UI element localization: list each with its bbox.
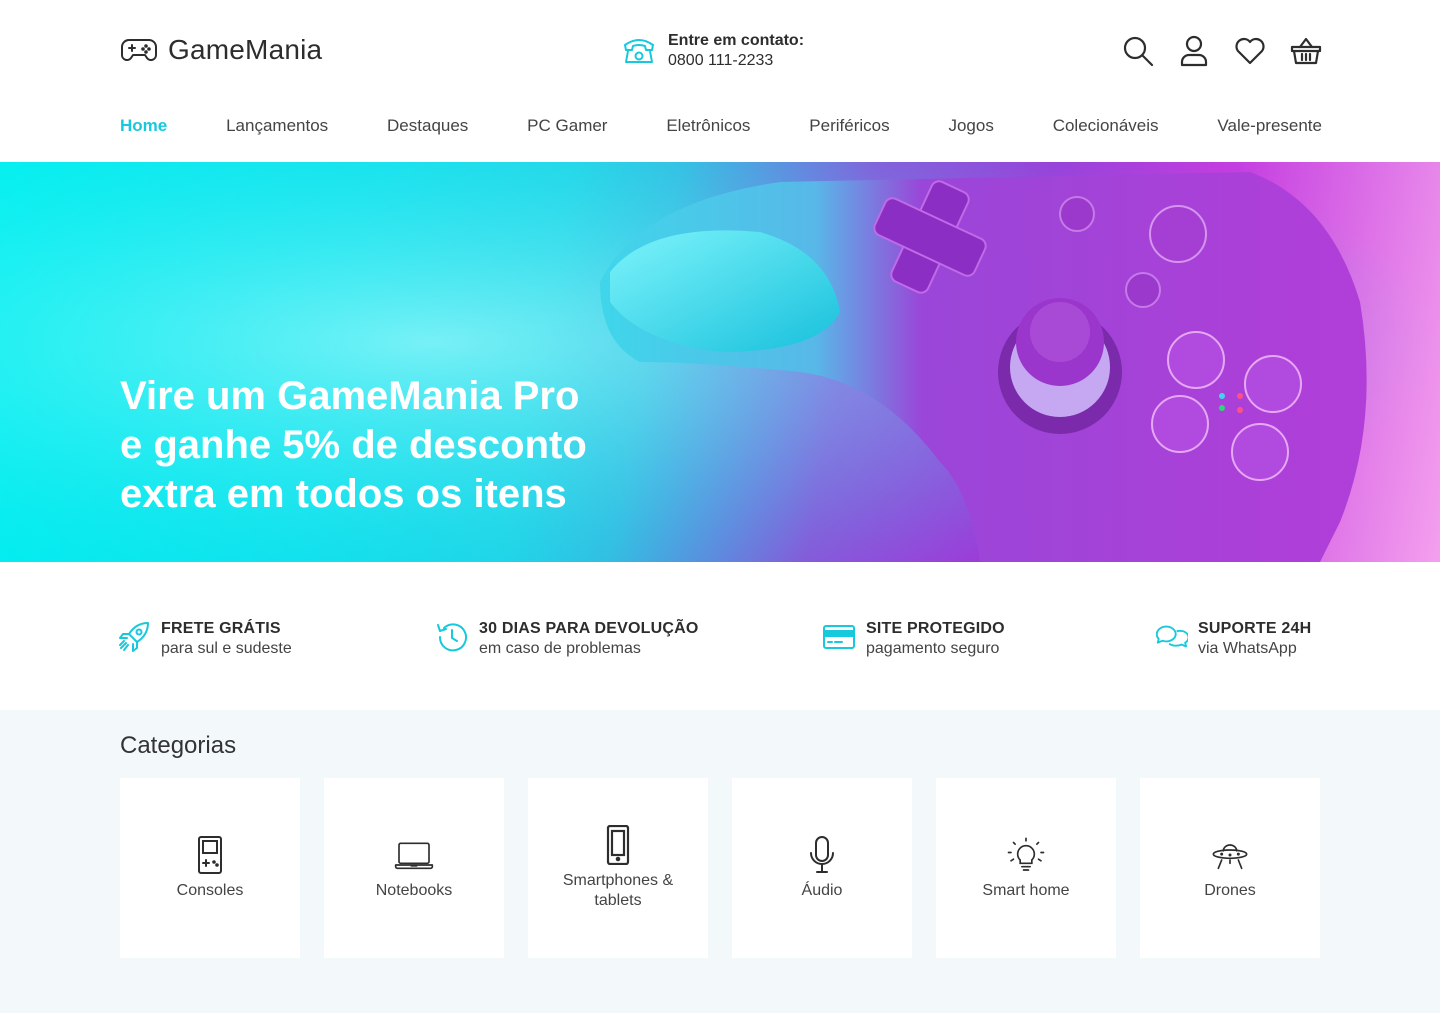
history-icon [437, 623, 467, 652]
main-nav: Home Lançamentos Destaques PC Gamer Elet… [120, 116, 1322, 136]
nav-eletronicos[interactable]: Eletrônicos [666, 116, 750, 136]
microphone-icon [810, 836, 834, 873]
nav-pc-gamer[interactable]: PC Gamer [527, 116, 607, 136]
ufo-icon [1212, 844, 1248, 870]
hero-headline: Vire um GameMania Pro e ganhe 5% de desc… [120, 372, 680, 519]
hero-line: e ganhe 5% de desconto [120, 423, 587, 467]
category-consoles[interactable]: Consoles [120, 778, 300, 958]
rocket-icon [119, 622, 149, 652]
category-label: Smartphones & tablets [562, 872, 674, 909]
nav-lancamentos[interactable]: Lançamentos [226, 116, 328, 136]
feature-secure: SITE PROTEGIDO pagamento seguro [822, 620, 1005, 658]
feature-subtitle: para sul e sudeste [161, 640, 292, 657]
header-actions [1122, 34, 1322, 68]
feature-subtitle: via WhatsApp [1198, 640, 1297, 657]
site-header: GameMania Entre em contato: 0800 111-223… [0, 0, 1440, 162]
category-label: Áudio [801, 882, 843, 899]
smartphone-icon [606, 825, 630, 865]
hero-line: Vire um GameMania Pro [120, 374, 580, 418]
feature-title: FRETE GRÁTIS [161, 620, 281, 637]
categories-section: Categorias Consoles Notebooks Smartphone… [0, 710, 1440, 1013]
hero-line: extra em todos os itens [120, 472, 567, 516]
category-smartphones[interactable]: Smartphones & tablets [528, 778, 708, 958]
user-icon [1180, 35, 1208, 67]
credit-card-icon [823, 625, 855, 649]
feature-title: 30 DIAS PARA DEVOLUÇÃO [479, 620, 699, 637]
gamepad-icon [121, 39, 157, 61]
feature-title: SUPORTE 24H [1198, 620, 1312, 637]
search-icon [1123, 36, 1154, 67]
brand-name: GameMania [168, 34, 323, 65]
account-button[interactable] [1178, 34, 1210, 68]
feature-title: SITE PROTEGIDO [866, 620, 1005, 637]
hero-banner[interactable]: Vire um GameMania Pro e ganhe 5% de desc… [0, 162, 1440, 562]
laptop-icon [394, 842, 434, 870]
nav-colecionaveis[interactable]: Colecionáveis [1053, 116, 1159, 136]
nav-home[interactable]: Home [120, 116, 167, 136]
logo[interactable]: GameMania [120, 34, 322, 66]
wishlist-button[interactable] [1234, 34, 1266, 68]
features-bar: FRETE GRÁTIS para sul e sudeste 30 DIAS … [0, 562, 1440, 710]
category-drones[interactable]: Drones [1140, 778, 1320, 958]
category-notebooks[interactable]: Notebooks [324, 778, 504, 958]
contact-info[interactable]: Entre em contato: 0800 111-2233 [622, 32, 804, 70]
heart-icon [1235, 37, 1265, 65]
category-label: Drones [1204, 882, 1256, 899]
nav-perifericos[interactable]: Periféricos [809, 116, 889, 136]
category-audio[interactable]: Áudio [732, 778, 912, 958]
cart-button[interactable] [1290, 34, 1322, 68]
category-label: Notebooks [375, 882, 453, 899]
search-button[interactable] [1122, 34, 1154, 68]
category-smart-home[interactable]: Smart home [936, 778, 1116, 958]
chat-icon [1155, 625, 1188, 648]
handheld-console-icon [198, 836, 222, 874]
category-label: Smart home [982, 882, 1070, 899]
categories-title: Categorias [120, 732, 237, 759]
contact-phone: 0800 111-2233 [668, 52, 774, 69]
contact-title: Entre em contato: [668, 32, 805, 49]
nav-destaques[interactable]: Destaques [387, 116, 468, 136]
feature-support: SUPORTE 24H via WhatsApp [1154, 620, 1311, 658]
nav-jogos[interactable]: Jogos [948, 116, 993, 136]
categories-grid: Consoles Notebooks Smartphones & tablets [120, 778, 1320, 958]
phone-icon [624, 39, 654, 63]
feature-subtitle: pagamento seguro [866, 640, 1000, 657]
lightbulb-icon [1007, 837, 1045, 871]
category-label: Consoles [176, 882, 244, 899]
nav-vale-presente[interactable]: Vale-presente [1217, 116, 1322, 136]
feature-subtitle: em caso de problemas [479, 640, 641, 657]
feature-free-shipping: FRETE GRÁTIS para sul e sudeste [117, 620, 292, 658]
basket-icon [1290, 37, 1322, 65]
feature-returns: 30 DIAS PARA DEVOLUÇÃO em caso de proble… [435, 620, 699, 658]
